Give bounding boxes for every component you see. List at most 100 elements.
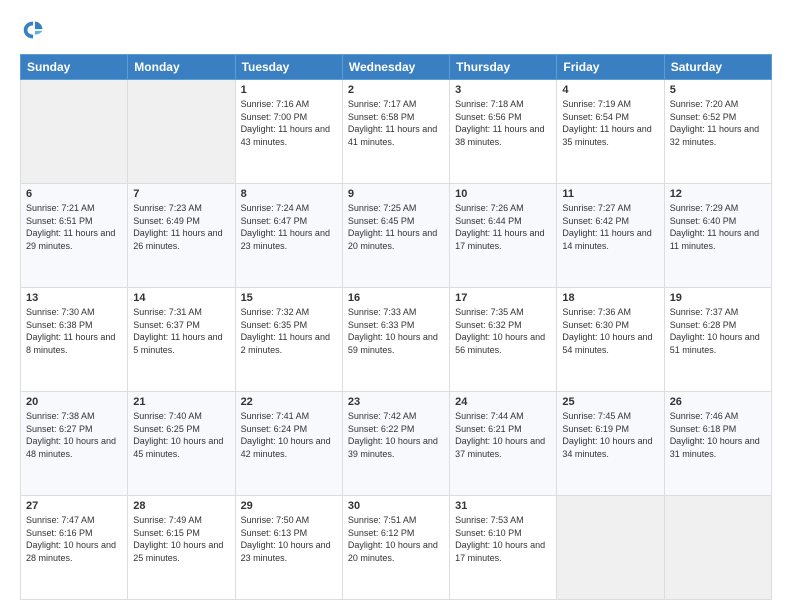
day-info: Sunrise: 7:47 AM Sunset: 6:16 PM Dayligh… <box>26 514 122 564</box>
calendar-week-5: 27 Sunrise: 7:47 AM Sunset: 6:16 PM Dayli… <box>21 496 772 600</box>
day-number: 27 <box>26 500 122 512</box>
header <box>20 16 772 44</box>
calendar-cell: 19 Sunrise: 7:37 AM Sunset: 6:28 PM Dayli… <box>664 288 771 392</box>
calendar-cell <box>21 80 128 184</box>
day-number: 9 <box>348 188 444 200</box>
calendar-cell: 4 Sunrise: 7:19 AM Sunset: 6:54 PM Daylig… <box>557 80 664 184</box>
day-info: Sunrise: 7:29 AM Sunset: 6:40 PM Dayligh… <box>670 202 766 252</box>
calendar-week-1: 1Sunrise: 7:16 AM Sunset: 7:00 PM Daylig… <box>21 80 772 184</box>
calendar-cell: 8Sunrise: 7:24 AM Sunset: 6:47 PM Daylig… <box>235 184 342 288</box>
day-info: Sunrise: 7:18 AM Sunset: 6:56 PM Dayligh… <box>455 98 551 148</box>
day-info: Sunrise: 7:50 AM Sunset: 6:13 PM Dayligh… <box>241 514 337 564</box>
calendar-cell: 6 Sunrise: 7:21 AM Sunset: 6:51 PM Daylig… <box>21 184 128 288</box>
day-number: 19 <box>670 292 766 304</box>
day-header-tuesday: Tuesday <box>235 55 342 80</box>
day-header-thursday: Thursday <box>450 55 557 80</box>
day-number: 15 <box>241 292 337 304</box>
day-info: Sunrise: 7:30 AM Sunset: 6:38 PM Dayligh… <box>26 306 122 356</box>
calendar-cell: 25 Sunrise: 7:45 AM Sunset: 6:19 PM Dayli… <box>557 392 664 496</box>
day-number: 4 <box>562 84 658 96</box>
day-info: Sunrise: 7:16 AM Sunset: 7:00 PM Dayligh… <box>241 98 337 148</box>
day-info: Sunrise: 7:41 AM Sunset: 6:24 PM Dayligh… <box>241 410 337 460</box>
calendar-cell: 30 Sunrise: 7:51 AM Sunset: 6:12 PM Dayli… <box>342 496 449 600</box>
calendar-cell: 7 Sunrise: 7:23 AM Sunset: 6:49 PM Daylig… <box>128 184 235 288</box>
calendar-cell: 31 Sunrise: 7:53 AM Sunset: 6:10 PM Dayli… <box>450 496 557 600</box>
calendar-cell: 22 Sunrise: 7:41 AM Sunset: 6:24 PM Dayli… <box>235 392 342 496</box>
day-info: Sunrise: 7:33 AM Sunset: 6:33 PM Dayligh… <box>348 306 444 356</box>
day-info: Sunrise: 7:40 AM Sunset: 6:25 PM Dayligh… <box>133 410 229 460</box>
calendar-week-3: 13 Sunrise: 7:30 AM Sunset: 6:38 PM Dayli… <box>21 288 772 392</box>
calendar-cell <box>128 80 235 184</box>
day-number: 23 <box>348 396 444 408</box>
day-number: 21 <box>133 396 229 408</box>
day-info: Sunrise: 7:27 AM Sunset: 6:42 PM Dayligh… <box>562 202 658 252</box>
day-header-friday: Friday <box>557 55 664 80</box>
day-info: Sunrise: 7:25 AM Sunset: 6:45 PM Dayligh… <box>348 202 444 252</box>
day-info: Sunrise: 7:32 AM Sunset: 6:35 PM Dayligh… <box>241 306 337 356</box>
day-number: 18 <box>562 292 658 304</box>
day-info: Sunrise: 7:31 AM Sunset: 6:37 PM Dayligh… <box>133 306 229 356</box>
calendar-cell: 23 Sunrise: 7:42 AM Sunset: 6:22 PM Dayli… <box>342 392 449 496</box>
day-number: 13 <box>26 292 122 304</box>
day-info: Sunrise: 7:21 AM Sunset: 6:51 PM Dayligh… <box>26 202 122 252</box>
day-info: Sunrise: 7:37 AM Sunset: 6:28 PM Dayligh… <box>670 306 766 356</box>
calendar-cell: 14 Sunrise: 7:31 AM Sunset: 6:37 PM Dayli… <box>128 288 235 392</box>
day-info: Sunrise: 7:45 AM Sunset: 6:19 PM Dayligh… <box>562 410 658 460</box>
calendar-cell: 18 Sunrise: 7:36 AM Sunset: 6:30 PM Dayli… <box>557 288 664 392</box>
calendar-header-row: SundayMondayTuesdayWednesdayThursdayFrid… <box>21 55 772 80</box>
calendar-cell: 12 Sunrise: 7:29 AM Sunset: 6:40 PM Dayli… <box>664 184 771 288</box>
day-number: 14 <box>133 292 229 304</box>
calendar-cell: 21 Sunrise: 7:40 AM Sunset: 6:25 PM Dayli… <box>128 392 235 496</box>
day-info: Sunrise: 7:23 AM Sunset: 6:49 PM Dayligh… <box>133 202 229 252</box>
day-info: Sunrise: 7:42 AM Sunset: 6:22 PM Dayligh… <box>348 410 444 460</box>
calendar-cell: 9 Sunrise: 7:25 AM Sunset: 6:45 PM Daylig… <box>342 184 449 288</box>
calendar-cell: 1Sunrise: 7:16 AM Sunset: 7:00 PM Daylig… <box>235 80 342 184</box>
day-header-wednesday: Wednesday <box>342 55 449 80</box>
logo-icon <box>20 16 48 44</box>
calendar-cell: 11 Sunrise: 7:27 AM Sunset: 6:42 PM Dayli… <box>557 184 664 288</box>
day-number: 26 <box>670 396 766 408</box>
day-number: 31 <box>455 500 551 512</box>
day-number: 11 <box>562 188 658 200</box>
day-number: 8 <box>241 188 337 200</box>
calendar-week-2: 6 Sunrise: 7:21 AM Sunset: 6:51 PM Daylig… <box>21 184 772 288</box>
calendar-cell: 16 Sunrise: 7:33 AM Sunset: 6:33 PM Dayli… <box>342 288 449 392</box>
logo <box>20 16 52 44</box>
day-number: 22 <box>241 396 337 408</box>
day-number: 29 <box>241 500 337 512</box>
calendar-cell: 29 Sunrise: 7:50 AM Sunset: 6:13 PM Dayli… <box>235 496 342 600</box>
day-number: 30 <box>348 500 444 512</box>
day-info: Sunrise: 7:36 AM Sunset: 6:30 PM Dayligh… <box>562 306 658 356</box>
day-header-monday: Monday <box>128 55 235 80</box>
day-number: 16 <box>348 292 444 304</box>
day-number: 25 <box>562 396 658 408</box>
day-info: Sunrise: 7:38 AM Sunset: 6:27 PM Dayligh… <box>26 410 122 460</box>
day-info: Sunrise: 7:19 AM Sunset: 6:54 PM Dayligh… <box>562 98 658 148</box>
day-info: Sunrise: 7:17 AM Sunset: 6:58 PM Dayligh… <box>348 98 444 148</box>
calendar-table: SundayMondayTuesdayWednesdayThursdayFrid… <box>20 54 772 600</box>
calendar-cell: 17Sunrise: 7:35 AM Sunset: 6:32 PM Dayli… <box>450 288 557 392</box>
calendar-cell: 24 Sunrise: 7:44 AM Sunset: 6:21 PM Dayli… <box>450 392 557 496</box>
day-header-saturday: Saturday <box>664 55 771 80</box>
calendar-cell: 13 Sunrise: 7:30 AM Sunset: 6:38 PM Dayli… <box>21 288 128 392</box>
day-number: 28 <box>133 500 229 512</box>
calendar-cell <box>664 496 771 600</box>
day-number: 12 <box>670 188 766 200</box>
day-number: 6 <box>26 188 122 200</box>
day-info: Sunrise: 7:53 AM Sunset: 6:10 PM Dayligh… <box>455 514 551 564</box>
calendar-cell: 20Sunrise: 7:38 AM Sunset: 6:27 PM Dayli… <box>21 392 128 496</box>
day-number: 7 <box>133 188 229 200</box>
day-info: Sunrise: 7:44 AM Sunset: 6:21 PM Dayligh… <box>455 410 551 460</box>
day-number: 24 <box>455 396 551 408</box>
day-info: Sunrise: 7:26 AM Sunset: 6:44 PM Dayligh… <box>455 202 551 252</box>
day-info: Sunrise: 7:49 AM Sunset: 6:15 PM Dayligh… <box>133 514 229 564</box>
day-info: Sunrise: 7:20 AM Sunset: 6:52 PM Dayligh… <box>670 98 766 148</box>
calendar-week-4: 20Sunrise: 7:38 AM Sunset: 6:27 PM Dayli… <box>21 392 772 496</box>
day-number: 17 <box>455 292 551 304</box>
calendar-cell: 2Sunrise: 7:17 AM Sunset: 6:58 PM Daylig… <box>342 80 449 184</box>
page: SundayMondayTuesdayWednesdayThursdayFrid… <box>0 0 792 612</box>
calendar-cell: 15 Sunrise: 7:32 AM Sunset: 6:35 PM Dayli… <box>235 288 342 392</box>
day-number: 10 <box>455 188 551 200</box>
day-info: Sunrise: 7:51 AM Sunset: 6:12 PM Dayligh… <box>348 514 444 564</box>
day-number: 5 <box>670 84 766 96</box>
